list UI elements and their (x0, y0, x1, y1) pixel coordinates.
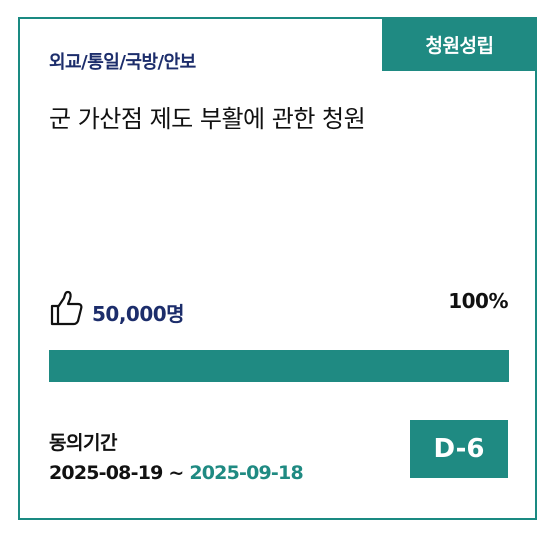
petition-card[interactable]: 청원성립 외교/통일/국방/안보 군 가산점 제도 부활에 관한 청원 50,0… (18, 17, 537, 520)
start-date: 2025-08-19 (49, 462, 163, 484)
end-date: 2025-09-18 (189, 462, 303, 484)
progress-percent: 100% (448, 289, 508, 313)
progress-bar (49, 350, 509, 382)
category-label: 외교/통일/국방/안보 (49, 52, 196, 73)
date-separator: ~ (168, 462, 184, 484)
status-badge: 청원성립 (382, 17, 537, 71)
progress-bar-fill (49, 350, 509, 382)
period-dates: 2025-08-19 ~ 2025-09-18 (49, 462, 304, 484)
thumbs-up-icon (50, 290, 83, 326)
petition-title[interactable]: 군 가산점 제도 부활에 관한 청원 (49, 99, 366, 134)
d-day-badge: D-6 (410, 420, 508, 478)
period-label: 동의기간 (49, 432, 117, 454)
agree-count: 50,000명 (92, 302, 185, 326)
